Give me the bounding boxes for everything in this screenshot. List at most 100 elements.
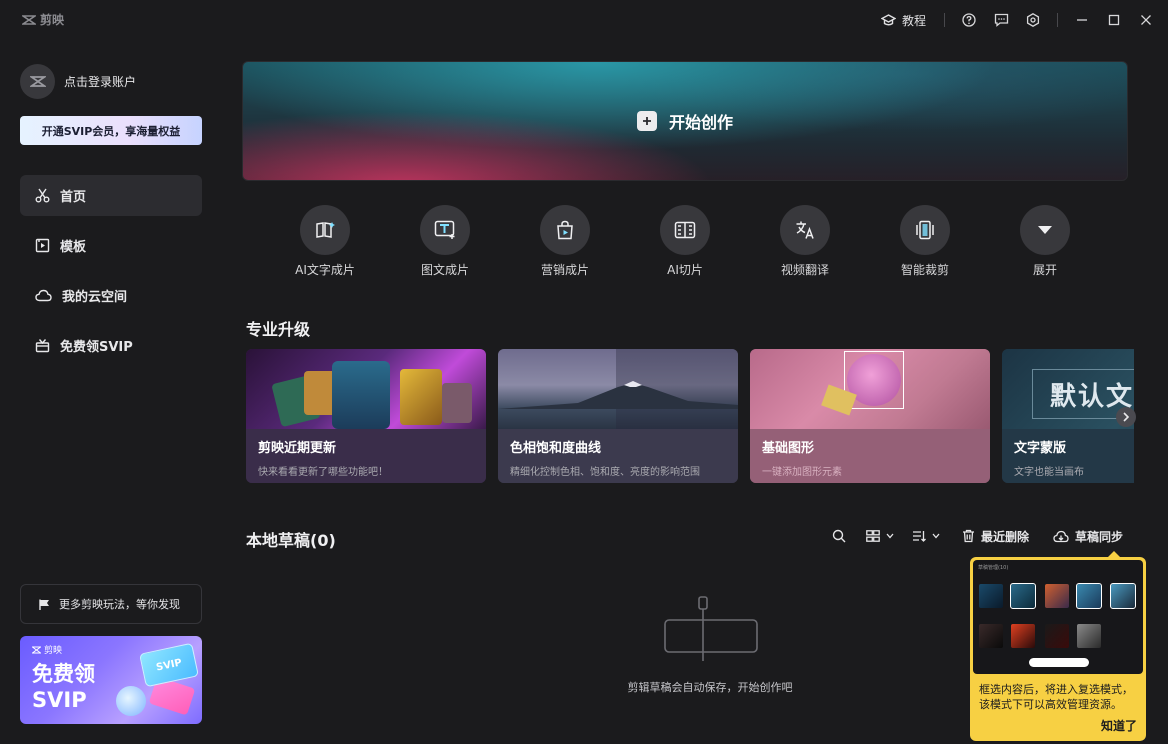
gear-icon <box>1026 13 1040 27</box>
draft-search-button[interactable] <box>832 529 846 543</box>
maximize-button[interactable] <box>1098 4 1130 36</box>
draft-sync-button[interactable]: 草稿同步 <box>1053 528 1123 545</box>
sidebar-item-free-svip[interactable]: 免费领SVIP <box>20 325 202 366</box>
section-title-upgrade: 专业升级 <box>246 320 311 339</box>
free-svip-promo-banner[interactable]: 剪映 免费领 SVIP SVIP <box>20 636 202 724</box>
app-logo-text: 剪映 <box>40 13 65 27</box>
help-button[interactable] <box>953 4 985 36</box>
cards-next-button[interactable] <box>1116 407 1136 427</box>
chevron-down-icon <box>932 533 940 539</box>
tool-label: AI文字成片 <box>295 263 355 277</box>
mountain-art <box>498 381 738 409</box>
upgrade-card-hue-saturation-curve[interactable]: 色相饱和度曲线 精细化控制色相、饱和度、亮度的影响范围 <box>498 349 738 483</box>
sidebar-item-home[interactable]: 首页 <box>20 175 202 216</box>
capcut-logo-icon <box>22 14 36 25</box>
recent-delete-button[interactable]: 最近删除 <box>962 528 1029 545</box>
upgrade-card-basic-shapes[interactable]: 基础图形 一键添加图形元素 <box>750 349 990 483</box>
recent-delete-label: 最近删除 <box>981 529 1030 544</box>
tool-ai-text-video[interactable]: AI文字成片 <box>285 205 365 278</box>
tool-icon-circle <box>540 205 590 255</box>
close-button[interactable] <box>1130 4 1162 36</box>
draft-sort-toggle[interactable] <box>912 530 940 542</box>
upgrade-card-recent-updates[interactable]: 剪映近期更新 快来看看更新了哪些功能吧！ <box>246 349 486 483</box>
empty-drafts-icon <box>664 596 758 661</box>
app-logo: 剪映 <box>22 11 64 28</box>
template-icon <box>35 238 50 253</box>
upgrade-cards: 剪映近期更新 快来看看更新了哪些功能吧！ 色相饱和度曲线 精细化控制色相、饱和度… <box>246 349 1134 483</box>
section-title-drafts: 本地草稿(0) <box>246 531 336 550</box>
empty-drafts-text: 剪辑草稿会自动保存，开始创作吧 <box>627 681 793 694</box>
trash-icon <box>963 529 974 543</box>
card-subtitle: 精细化控制色相、饱和度、亮度的影响范围 <box>510 467 700 478</box>
expand-chevron-icon <box>1038 226 1052 234</box>
tool-shortcuts: AI文字成片 图文成片 营销成片 AI切片 视频翻译 智能裁剪 展开 <box>295 205 1075 280</box>
chevron-down-icon <box>886 533 894 539</box>
preview-thumb <box>1010 583 1036 609</box>
maximize-icon <box>1108 14 1120 26</box>
minimize-icon <box>1077 19 1087 21</box>
tool-label: 智能裁剪 <box>900 263 949 277</box>
minimize-button[interactable] <box>1066 4 1098 36</box>
start-creating-button[interactable]: 开始创作 <box>242 61 1128 181</box>
tool-icon-circle <box>780 205 830 255</box>
login-button[interactable]: 点击登录账户 <box>20 64 136 99</box>
card-text: 文字蒙版 文字也能当画布 <box>1002 429 1134 483</box>
capcut-logo-icon <box>29 76 46 87</box>
card-text: 剪映近期更新 快来看看更新了哪些功能吧！ <box>246 429 486 483</box>
sidebar-item-templates[interactable]: 模板 <box>20 225 202 266</box>
tool-icon-circle <box>1020 205 1070 255</box>
card-art-hue-curve <box>498 349 738 429</box>
translate-icon <box>796 221 814 239</box>
draft-sync-label: 草稿同步 <box>1075 529 1124 544</box>
tooltip-arrow <box>1108 551 1120 557</box>
feedback-button[interactable] <box>985 4 1017 36</box>
tooltip-preview-title: 草稿管理(10) <box>978 565 1009 571</box>
tool-label: AI切片 <box>667 263 703 277</box>
multi-select-tooltip: 草稿管理(10) 框选内容后，将进入复选模式，该模式下可以高效管理资源。 知道了 <box>970 551 1146 741</box>
card-text: 基础图形 一键添加图形元素 <box>750 429 990 483</box>
upgrade-card-text-mask[interactable]: 默认文 文字蒙版 文字也能当画布 <box>1002 349 1134 483</box>
svip-membership-button[interactable]: 开通SVIP会员，享海量权益 <box>20 116 202 145</box>
card-title: 色相饱和度曲线 <box>510 441 602 456</box>
tool-ai-slice[interactable]: AI切片 <box>645 205 725 278</box>
help-icon <box>962 13 976 27</box>
close-icon <box>1141 15 1151 25</box>
tooltip-ok-button[interactable]: 知道了 <box>1101 717 1137 734</box>
tool-video-translate[interactable]: 视频翻译 <box>765 205 845 278</box>
image-text-video-icon <box>434 220 455 239</box>
tooltip-preview-image: 草稿管理(10) <box>973 560 1143 674</box>
graduation-cap-icon <box>880 13 896 25</box>
tool-icon-circle <box>420 205 470 255</box>
preview-thumb <box>1045 624 1069 648</box>
card-title: 剪映近期更新 <box>258 441 337 456</box>
flag-icon <box>39 599 49 610</box>
plus-icon <box>636 111 657 131</box>
sidebar-item-label: 首页 <box>60 190 87 205</box>
draft-view-toggle[interactable] <box>866 530 894 542</box>
gift-icon <box>35 339 50 353</box>
svip-bar-label: 开通SVIP会员，享海量权益 <box>41 124 181 138</box>
tool-expand[interactable]: 展开 <box>1005 205 1085 278</box>
promo-title-line2: SVIP <box>32 688 87 712</box>
tool-marketing-video[interactable]: 营销成片 <box>525 205 605 278</box>
ai-text-video-icon <box>316 222 335 238</box>
settings-button[interactable] <box>1017 4 1049 36</box>
tool-icon-circle <box>300 205 350 255</box>
svip-card-icon: SVIP <box>139 642 199 688</box>
preview-thumb <box>1110 583 1136 609</box>
sidebar-item-cloud-space[interactable]: 我的云空间 <box>20 275 202 316</box>
tool-icon-circle <box>900 205 950 255</box>
discover-more-button[interactable]: 更多剪映玩法，等你发现 <box>20 584 202 624</box>
promo-brand-text: 剪映 <box>44 646 63 656</box>
tool-smart-crop[interactable]: 智能裁剪 <box>885 205 965 278</box>
capcut-logo-icon <box>32 646 41 653</box>
svip-card-text: SVIP <box>155 656 183 674</box>
preview-thumb <box>1077 624 1101 648</box>
tool-label: 营销成片 <box>540 263 589 277</box>
titlebar-divider <box>944 13 945 27</box>
preview-selection-bar <box>1029 658 1089 667</box>
tool-image-text-video[interactable]: 图文成片 <box>405 205 485 278</box>
tutorial-button[interactable]: 教程 <box>871 4 936 36</box>
card-art-updates <box>246 349 486 429</box>
discover-more-label: 更多剪映玩法，等你发现 <box>59 598 180 611</box>
